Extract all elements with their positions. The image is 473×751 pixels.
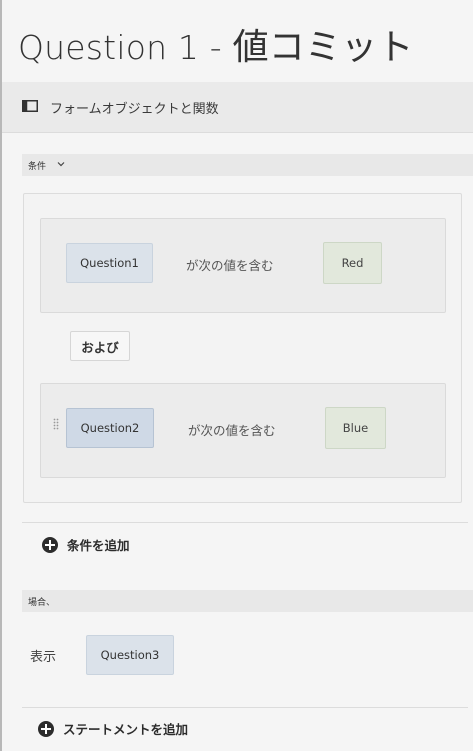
condition-header-label: 条件: [28, 162, 47, 172]
title-suffix: 値コミット: [232, 27, 414, 68]
panel-toggle-icon[interactable]: [22, 100, 38, 112]
action-label[interactable]: 表示: [30, 646, 56, 665]
condition-row[interactable]: Question1 が次の値を含む Red: [40, 218, 446, 313]
target-chip-question3[interactable]: Question3: [86, 635, 174, 675]
value-chip-blue[interactable]: Blue: [325, 407, 386, 449]
then-section-header: 場合、: [22, 590, 473, 612]
and-operator-button[interactable]: および: [70, 331, 130, 361]
add-icon: [38, 720, 54, 737]
condition-section-header[interactable]: 条件: [22, 154, 473, 176]
then-header-label: 場合、: [28, 598, 56, 608]
form-objects-bar[interactable]: フォームオブジェクトと関数: [2, 82, 473, 133]
divider: [22, 707, 468, 708]
value-chip-red[interactable]: Red: [323, 242, 382, 284]
form-objects-label[interactable]: フォームオブジェクトと関数: [50, 98, 219, 117]
condition-row[interactable]: Question2 が次の値を含む Blue: [40, 383, 446, 478]
drag-handle-icon[interactable]: [53, 418, 59, 430]
add-condition-label: 条件を追加: [67, 538, 130, 553]
chevron-down-icon[interactable]: [57, 160, 65, 168]
field-chip-question2[interactable]: Question2: [66, 408, 154, 448]
add-icon: [42, 536, 58, 553]
page-title: Question 1 - 値コミット: [18, 18, 414, 70]
operator-label[interactable]: が次の値を含む: [186, 255, 274, 274]
operator-label[interactable]: が次の値を含む: [188, 420, 276, 439]
add-condition-button[interactable]: 条件を追加: [42, 535, 130, 554]
field-chip-question1[interactable]: Question1: [66, 243, 153, 283]
title-prefix: Question 1 -: [18, 28, 233, 67]
add-statement-label: ステートメントを追加: [63, 722, 189, 737]
add-statement-button[interactable]: ステートメントを追加: [38, 719, 188, 738]
divider: [22, 522, 468, 523]
